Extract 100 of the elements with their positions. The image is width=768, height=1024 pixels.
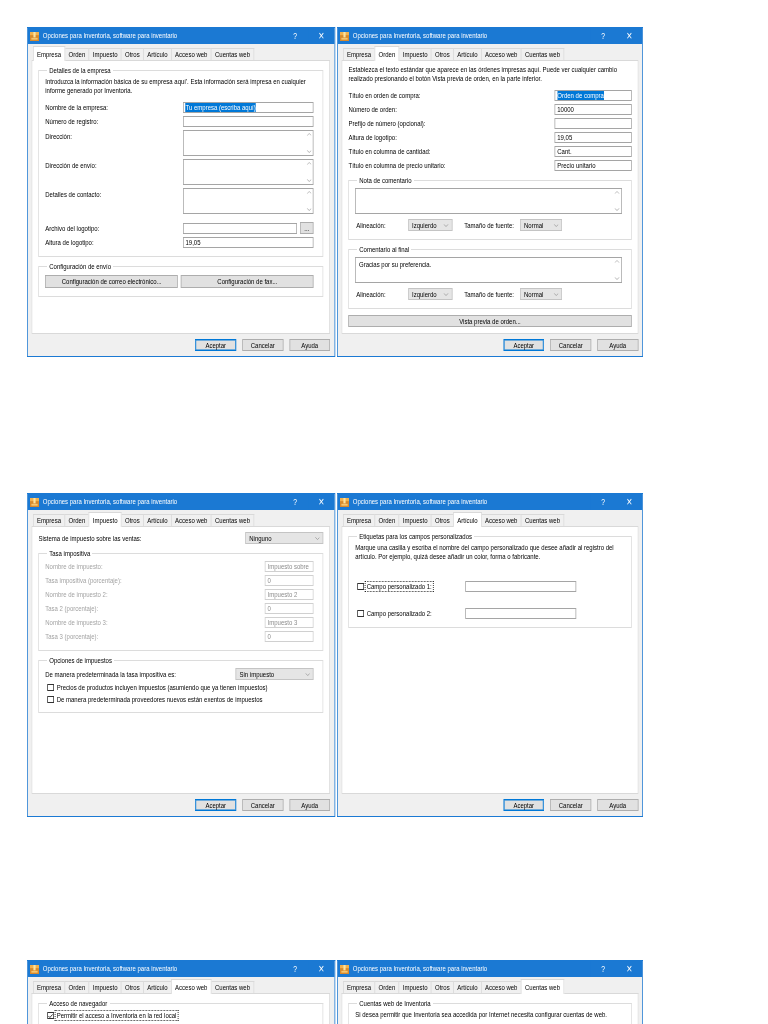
dialog-button[interactable]: Cancelar — [242, 339, 284, 351]
dialog-button[interactable]: Cancelar — [242, 799, 284, 811]
checkbox-label[interactable]: Permitir el acceso a Inventoria en la red local — [55, 1011, 178, 1020]
chevron-down-icon[interactable] — [314, 536, 320, 540]
tab[interactable]: Impuesto — [398, 514, 432, 526]
text-area[interactable] — [355, 188, 622, 214]
settings-button[interactable]: Configuración de fax... — [181, 275, 314, 288]
tab[interactable]: Cuentas web — [210, 514, 255, 526]
tab[interactable]: Acceso web — [480, 514, 522, 526]
tab[interactable]: Orden — [374, 46, 400, 61]
checkbox-label[interactable]: Campo personalizado 1: — [365, 582, 433, 591]
text-field[interactable]: Tu empresa (escriba aquí) — [182, 102, 314, 113]
browse-button[interactable]: ... — [299, 222, 314, 234]
tab[interactable]: Orden — [374, 981, 400, 993]
dropdown[interactable]: Izquierdo — [408, 288, 453, 300]
tab[interactable]: Otros — [120, 981, 144, 993]
group-title: Cuentas web de Inventoria — [358, 999, 432, 1008]
tab[interactable]: Cuentas web — [210, 981, 255, 993]
text-area[interactable] — [182, 130, 314, 156]
tab[interactable]: Impuesto — [398, 48, 432, 60]
tab[interactable]: Empresa — [342, 48, 376, 60]
checkbox[interactable] — [357, 610, 365, 617]
dialog-button[interactable]: Aceptar — [503, 799, 545, 811]
tab[interactable]: Otros — [120, 48, 144, 60]
tab[interactable]: Artículo — [452, 48, 482, 60]
text-field[interactable]: Orden de compra — [554, 90, 632, 101]
tab[interactable]: Acceso web — [170, 48, 212, 60]
tab[interactable]: Empresa — [32, 46, 66, 61]
text-field[interactable] — [554, 118, 632, 129]
window-title: Opciones para Inventoria, software para inventario — [42, 31, 179, 41]
tab[interactable]: Otros — [430, 981, 454, 993]
tab[interactable]: Impuesto — [88, 512, 122, 527]
group-title: Etiquetas para los campos personalizados — [358, 532, 473, 541]
text-field[interactable] — [182, 222, 297, 234]
tab[interactable]: Empresa — [32, 514, 66, 526]
preview-button[interactable]: Vista previa de orden... — [348, 315, 632, 327]
dialog-button[interactable]: Cancelar — [550, 799, 592, 811]
checkbox-label[interactable]: De manera predeterminada proveedores nuevos están exentos de impuestos — [55, 695, 264, 704]
field-label: Prefijo de número (opcional): — [348, 119, 427, 128]
text-field[interactable] — [465, 581, 577, 592]
text-field[interactable]: 19,05 — [182, 237, 314, 248]
tab[interactable]: Cuentas web — [520, 514, 565, 526]
text-field[interactable] — [182, 116, 314, 127]
checkbox[interactable] — [47, 696, 55, 703]
dialog-button[interactable]: Cancelar — [550, 339, 592, 351]
tab[interactable]: Acceso web — [170, 514, 212, 526]
field-label: Altura de logotipo: — [45, 238, 95, 247]
tab[interactable]: Orden — [64, 48, 90, 60]
tab[interactable]: Artículo — [142, 981, 172, 993]
text-field[interactable]: Precio unitario — [554, 160, 632, 171]
dialog-button[interactable]: Ayuda — [289, 799, 331, 811]
checkbox-label[interactable]: Campo personalizado 2: — [365, 609, 433, 618]
text-area[interactable] — [182, 159, 314, 185]
checkbox-label[interactable]: Precios de productos incluyen impuestos (asumiendo que ya tienen impuestos) — [55, 683, 269, 692]
field-label: De manera predeterminada la tasa impositiva es: — [45, 669, 177, 679]
text-area[interactable]: Gracias por su preferencia. — [355, 257, 622, 283]
tab[interactable]: Artículo — [142, 48, 172, 60]
tab[interactable]: Acceso web — [480, 48, 522, 60]
text-field[interactable]: 10000 — [554, 104, 632, 115]
checkbox[interactable] — [357, 583, 365, 590]
text-area[interactable] — [182, 188, 314, 214]
checkbox[interactable] — [47, 1012, 55, 1019]
text-field[interactable]: 19,05 — [554, 132, 632, 143]
tab[interactable]: Impuesto — [398, 981, 432, 993]
box-icon — [339, 497, 349, 507]
tab[interactable]: Cuentas web — [520, 979, 565, 994]
tab[interactable]: Empresa — [342, 514, 376, 526]
tab[interactable]: Acceso web — [480, 981, 522, 993]
tab[interactable]: Impuesto — [88, 48, 122, 60]
dialog-button[interactable]: Aceptar — [195, 799, 237, 811]
tab[interactable]: Cuentas web — [210, 48, 255, 60]
tab[interactable]: Artículo — [452, 512, 482, 527]
tab[interactable]: Artículo — [142, 514, 172, 526]
tab[interactable]: Artículo — [452, 981, 482, 993]
dropdown[interactable]: Sin impuesto — [235, 668, 314, 680]
tab[interactable]: Empresa — [342, 981, 376, 993]
tab[interactable]: Otros — [430, 48, 454, 60]
dialog-button[interactable]: Ayuda — [289, 339, 331, 351]
dropdown[interactable]: Normal — [520, 219, 563, 231]
settings-button[interactable]: Configuración de correo electrónico... — [45, 275, 178, 288]
dialog-button[interactable]: Ayuda — [597, 339, 639, 351]
dialog-button[interactable]: Ayuda — [597, 799, 639, 811]
dropdown[interactable]: Izquierdo — [408, 219, 453, 231]
dialog-button[interactable]: Aceptar — [503, 339, 545, 351]
tab[interactable]: Orden — [64, 981, 90, 993]
tab[interactable]: Impuesto — [88, 981, 122, 993]
dialog-button[interactable]: Aceptar — [195, 339, 237, 351]
tab[interactable]: Otros — [430, 514, 454, 526]
tab[interactable]: Acceso web — [170, 979, 212, 994]
tab[interactable]: Orden — [374, 514, 400, 526]
window-title: Opciones para Inventoria, software para inventario — [352, 964, 489, 974]
checkbox[interactable] — [47, 684, 55, 691]
text-field[interactable]: Cant. — [554, 146, 632, 157]
dropdown[interactable]: Normal — [520, 288, 563, 300]
tab[interactable]: Otros — [120, 514, 144, 526]
text-field[interactable] — [465, 608, 577, 619]
tab[interactable]: Cuentas web — [520, 48, 565, 60]
tab[interactable]: Empresa — [32, 981, 66, 993]
tab[interactable]: Orden — [64, 514, 90, 526]
dropdown[interactable]: Ninguno — [245, 532, 324, 544]
